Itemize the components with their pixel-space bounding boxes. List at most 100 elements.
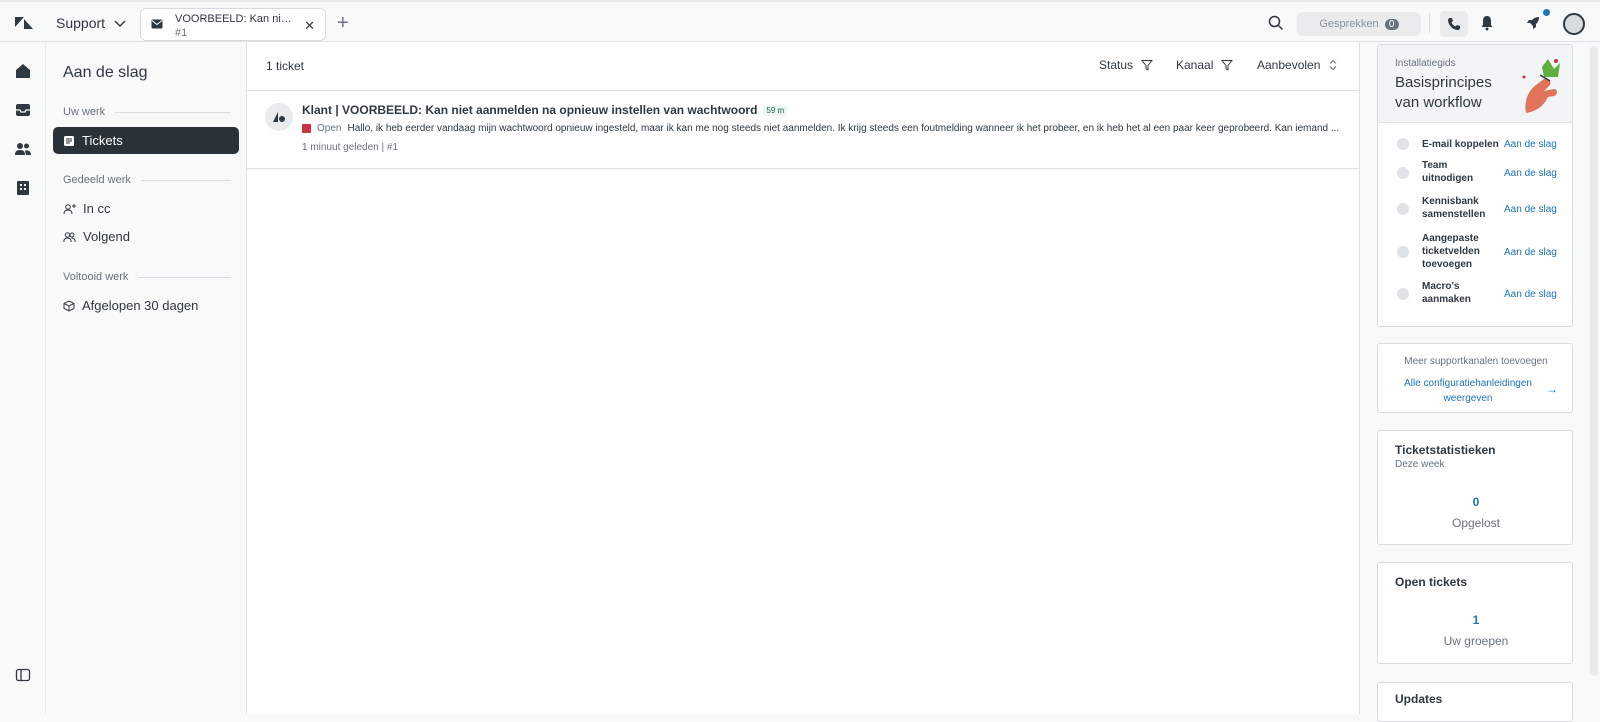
phone-icon	[1448, 18, 1460, 30]
arrow-right-icon[interactable]: →	[1546, 382, 1558, 396]
updates-card: Updates	[1377, 682, 1573, 722]
zendesk-logo-icon[interactable]	[14, 13, 34, 33]
channel-filter[interactable]: Kanaal	[1176, 58, 1234, 72]
guide-step: Team uitnodigen Aan de slag	[1378, 160, 1574, 184]
tab-title: VOORBEELD: Kan niet a...	[175, 13, 295, 25]
notification-dot	[1543, 9, 1550, 16]
filter-label: Kanaal	[1176, 58, 1214, 72]
sidebar-item-label: Volgend	[83, 229, 130, 244]
step-start-link[interactable]: Aan de slag	[1504, 247, 1557, 258]
guide-header: Installatiegids Basisprincipes van workf…	[1378, 45, 1572, 123]
tab-subtitle: #1	[175, 27, 188, 39]
ticket-meta: 1 minuut geleden | #1	[302, 142, 399, 153]
product-switcher[interactable]: Support	[56, 15, 127, 31]
open-tickets-card: Open tickets 1 Uw groepen	[1377, 562, 1573, 664]
rocket-icon[interactable]	[1525, 15, 1541, 31]
section-header: Uw werk	[63, 106, 231, 118]
user-plus-icon	[63, 203, 76, 214]
guide-title: Basisprincipes van workflow	[1395, 74, 1492, 111]
mail-icon	[151, 19, 163, 29]
ticket-subject[interactable]: Klant | VOORBEELD: Kan niet aanmelden na…	[302, 103, 788, 117]
step-label: Kennisbank samenstellen	[1422, 196, 1486, 220]
bell-icon[interactable]	[1479, 15, 1495, 31]
chevron-down-icon	[114, 20, 126, 27]
section-header: Gedeeld werk	[63, 174, 231, 186]
ticket-icon	[64, 135, 74, 146]
ticket-tab[interactable]: VOORBEELD: Kan niet a... #1 ✕	[140, 8, 326, 41]
sidebar-item-label: In cc	[83, 201, 111, 216]
nav-rail	[0, 42, 46, 714]
status-indicator	[302, 124, 311, 133]
views-sidebar: Aan de slag Uw werk Tickets Gedeeld werk…	[46, 42, 247, 714]
step-start-link[interactable]: Aan de slag	[1504, 204, 1557, 215]
scrollbar[interactable]	[1590, 46, 1598, 676]
ticket-stats-card: Ticketstatistieken Deze week 0 Opgelost	[1377, 430, 1573, 545]
guide-step: Kennisbank samenstellen Aan de slag	[1378, 196, 1574, 220]
stats-subtitle: Deze week	[1395, 459, 1445, 470]
stats-title: Ticketstatistieken	[1395, 443, 1496, 457]
zendesk-avatar-icon	[273, 112, 285, 122]
collapse-sidebar-icon[interactable]	[15, 667, 31, 683]
step-start-link[interactable]: Aan de slag	[1504, 289, 1557, 300]
guide-step: Aangepaste ticketvelden toevoegen Aan de…	[1378, 233, 1574, 270]
section-label: Gedeeld werk	[63, 174, 131, 186]
add-tab-button[interactable]: +	[337, 13, 349, 33]
guide-step: Macro's aanmaken Aan de slag	[1378, 281, 1574, 305]
step-status-indicator	[1397, 203, 1409, 215]
close-tab-icon[interactable]: ✕	[304, 18, 315, 34]
phone-button[interactable]	[1440, 11, 1468, 37]
sort-dropdown[interactable]: Aanbevolen	[1257, 58, 1338, 72]
solved-label: Opgelost	[1451, 516, 1501, 530]
box-icon	[63, 299, 75, 312]
more-channels-title: Meer supportkanalen toevoegen	[1404, 356, 1548, 367]
ticket-count: 1 ticket	[266, 59, 305, 73]
status-filter[interactable]: Status	[1099, 58, 1154, 72]
open-tickets-title: Open tickets	[1395, 575, 1468, 589]
customers-icon[interactable]	[14, 140, 32, 158]
step-label: E-mail koppelen	[1422, 138, 1499, 150]
filter-icon	[1221, 60, 1234, 71]
step-status-indicator	[1397, 246, 1409, 258]
top-bar: Support VOORBEELD: Kan niet a... #1 ✕ + …	[0, 0, 1600, 42]
hand-illustration-icon	[1522, 59, 1560, 113]
setup-guide-card: Installatiegids Basisprincipes van workf…	[1377, 44, 1573, 327]
sidebar-item-following[interactable]: Volgend	[53, 223, 239, 250]
updates-title: Updates	[1395, 692, 1443, 706]
inbox-icon[interactable]	[14, 101, 32, 119]
step-status-indicator	[1397, 288, 1409, 300]
sidebar-item-last-30-days[interactable]: Afgelopen 30 dagen	[53, 292, 239, 319]
sidebar-item-label: Tickets	[82, 133, 123, 148]
section-header: Voltooid werk	[63, 271, 231, 283]
sidebar-title: Aan de slag	[63, 64, 148, 81]
step-label: Team uitnodigen	[1422, 160, 1474, 184]
requester-avatar	[265, 103, 293, 131]
home-icon[interactable]	[14, 62, 32, 80]
product-label: Support	[56, 15, 106, 31]
step-status-indicator	[1397, 138, 1409, 150]
solved-count[interactable]: 0	[1378, 495, 1574, 509]
sidebar-item-tickets[interactable]: Tickets	[53, 127, 239, 154]
ticket-preview: Hallo, ik heb eerder vandaag mijn wachtw…	[347, 123, 1340, 134]
ticket-subject-text: Klant | VOORBEELD: Kan niet aanmelden na…	[302, 103, 758, 117]
reports-icon[interactable]	[14, 179, 32, 197]
status-badge: Open	[317, 123, 342, 134]
conversations-button[interactable]: Gesprekken 0	[1297, 12, 1421, 36]
search-icon[interactable]	[1268, 15, 1284, 31]
ticket-preview-line: Open Hallo, ik heb eerder vandaag mijn w…	[302, 123, 1347, 134]
step-start-link[interactable]: Aan de slag	[1504, 139, 1557, 150]
table-row[interactable]: Klant | VOORBEELD: Kan niet aanmelden na…	[247, 91, 1360, 169]
step-start-link[interactable]: Aan de slag	[1504, 168, 1557, 179]
filter-label: Status	[1099, 58, 1134, 72]
guide-step: E-mail koppelen Aan de slag	[1378, 137, 1574, 151]
users-icon	[63, 231, 76, 242]
sidebar-item-cc[interactable]: In cc	[53, 195, 239, 222]
open-tickets-count[interactable]: 1	[1378, 613, 1574, 627]
user-avatar[interactable]	[1563, 13, 1585, 35]
conversations-label: Gesprekken	[1319, 18, 1379, 30]
configuration-guides-link[interactable]: Alle configuratiehanleidingen weergeven	[1398, 376, 1538, 406]
step-label: Macro's aanmaken	[1422, 281, 1471, 305]
list-header: 1 ticket Status Kanaal Aanbevolen	[247, 42, 1360, 91]
step-label: Aangepaste ticketvelden toevoegen	[1422, 233, 1480, 270]
filter-icon	[1141, 60, 1154, 71]
step-status-indicator	[1397, 167, 1409, 179]
